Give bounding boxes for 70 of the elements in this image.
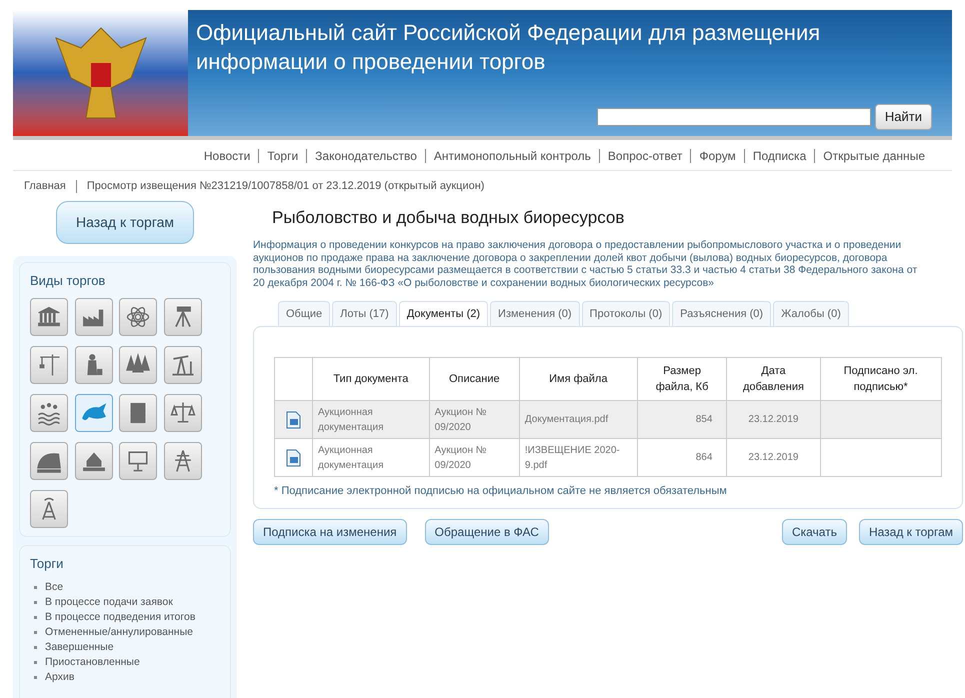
nav-link[interactable]: Торги	[267, 147, 298, 165]
trade-type-button[interactable]	[119, 346, 157, 384]
nav-link[interactable]: Новости	[204, 147, 250, 165]
trades-filter-link[interactable]: В процессе подведения итогов	[45, 610, 196, 624]
nav-link[interactable]: Антимонопольный контроль	[434, 147, 591, 165]
bullet-icon	[34, 676, 37, 678]
document-icon	[286, 410, 302, 428]
site-title: Официальный сайт Российской Федерации для размещения информации о проведении торгов	[196, 19, 822, 76]
table-row[interactable]: Аукционная документация Аукцион № 09/2020 !ИЗВЕЩЕНИЕ 2020-9.pdf 864 23.12.2019	[274, 438, 942, 476]
trades-filter-link[interactable]: В процессе подачи заявок	[45, 594, 173, 610]
tab[interactable]: Общие	[278, 301, 330, 326]
description-text: Информация о проведении конкурсов на право заключения договора о предоставлении рыбопромыслового участка и о проведении аукционов по продаже права на заключение договора о закреплении долей квот добычи (вылова) водных биоресурсов, договора пользования водными биоресурсами размещается в соответствии с частью 5 статьи 33.3 и частью 4 статьи 38 Федерального закона от 20 декабря 2004 г. № 166-ФЗ «О рыболовстве и сохранении водных биологических ресурсов»	[253, 239, 918, 289]
document-icon	[286, 448, 302, 466]
bullet-icon	[34, 600, 37, 604]
table-row[interactable]: Аукционная документация Аукцион № 09/2020 Документация.pdf 854 23.12.2019	[274, 400, 942, 438]
table-cell: 864	[637, 438, 727, 476]
tab[interactable]: Разъяснения (0)	[672, 301, 772, 326]
search-field[interactable]	[596, 108, 871, 126]
breadcrumb-link[interactable]: Просмотр извещения №231219/1007858/01 от 23.12.2019 (открытый аукцион)	[86, 178, 484, 194]
trade-type-button[interactable]	[30, 346, 68, 384]
table-cell: Аукцион № 09/2020	[429, 438, 520, 476]
nav-link[interactable]: Вопрос-ответ	[608, 147, 682, 165]
search-button[interactable]: Найти	[874, 104, 932, 130]
trade-type-button[interactable]	[164, 442, 202, 480]
trade-type-button[interactable]	[30, 490, 68, 528]
trades-filter-link[interactable]: Все	[45, 580, 64, 594]
trade-type-button[interactable]	[74, 298, 112, 336]
trade-type-button[interactable]	[164, 394, 202, 432]
bullet-icon	[34, 660, 37, 664]
trade-type-button[interactable]	[74, 394, 112, 432]
bullet-icon	[34, 630, 37, 634]
trades-filter-link[interactable]: Приостановленные	[45, 654, 140, 670]
trade-type-button[interactable]	[30, 298, 68, 336]
action-button[interactable]: Скачать	[782, 518, 847, 544]
trade-type-button[interactable]	[30, 394, 68, 432]
nav-link[interactable]: Законодательство	[315, 147, 417, 165]
tab[interactable]: Документы (2)	[398, 301, 488, 326]
nav-link[interactable]: Подписка	[752, 147, 806, 165]
action-button[interactable]: Подписка на изменения	[253, 518, 407, 544]
trade-type-button[interactable]	[164, 298, 202, 336]
trade-type-button[interactable]	[30, 442, 68, 480]
nav-link[interactable]: Открытые данные	[823, 147, 925, 165]
table-cell: !ИЗВЕЩЕНИЕ 2020-9.pdf	[519, 438, 638, 476]
trades-filter-link[interactable]: Завершенные	[45, 640, 114, 654]
bullet-icon	[34, 646, 37, 648]
trade-type-button[interactable]	[119, 298, 157, 336]
trade-type-button[interactable]	[119, 442, 157, 480]
trade-type-button[interactable]	[119, 394, 157, 432]
trade-types-heading: Виды торгов	[30, 272, 106, 290]
bullet-icon	[34, 586, 37, 588]
back-to-trades-button[interactable]: Назад к торгам	[56, 200, 194, 244]
trade-type-button[interactable]	[74, 442, 112, 480]
tab[interactable]: Протоколы (0)	[582, 301, 670, 326]
table-cell: Аукционная документация	[312, 438, 430, 476]
page-heading: Рыболовство и добыча водных биоресурсов	[271, 206, 626, 228]
tab[interactable]: Жалобы (0)	[773, 301, 849, 326]
table-cell: 23.12.2019	[726, 438, 820, 476]
bullet-icon	[34, 616, 37, 618]
tab[interactable]: Лоты (17)	[332, 301, 397, 326]
tab[interactable]: Изменения (0)	[490, 301, 580, 326]
action-button[interactable]: Назад к торгам	[858, 518, 963, 544]
trades-heading: Торги	[30, 555, 64, 573]
action-button[interactable]: Обращение в ФАС	[424, 518, 549, 544]
footnote-text: * Подписание электронной подписью на официальном сайте не является обязательным	[274, 484, 728, 499]
trades-filter-link[interactable]: Отмененные/аннулированные	[45, 624, 193, 640]
trade-type-button[interactable]	[164, 346, 202, 384]
nav-link[interactable]: Форум	[699, 147, 736, 165]
breadcrumb-link[interactable]: Главная	[24, 178, 66, 194]
trades-filter-link[interactable]: Архив	[45, 670, 74, 684]
trade-type-button[interactable]	[74, 346, 112, 384]
